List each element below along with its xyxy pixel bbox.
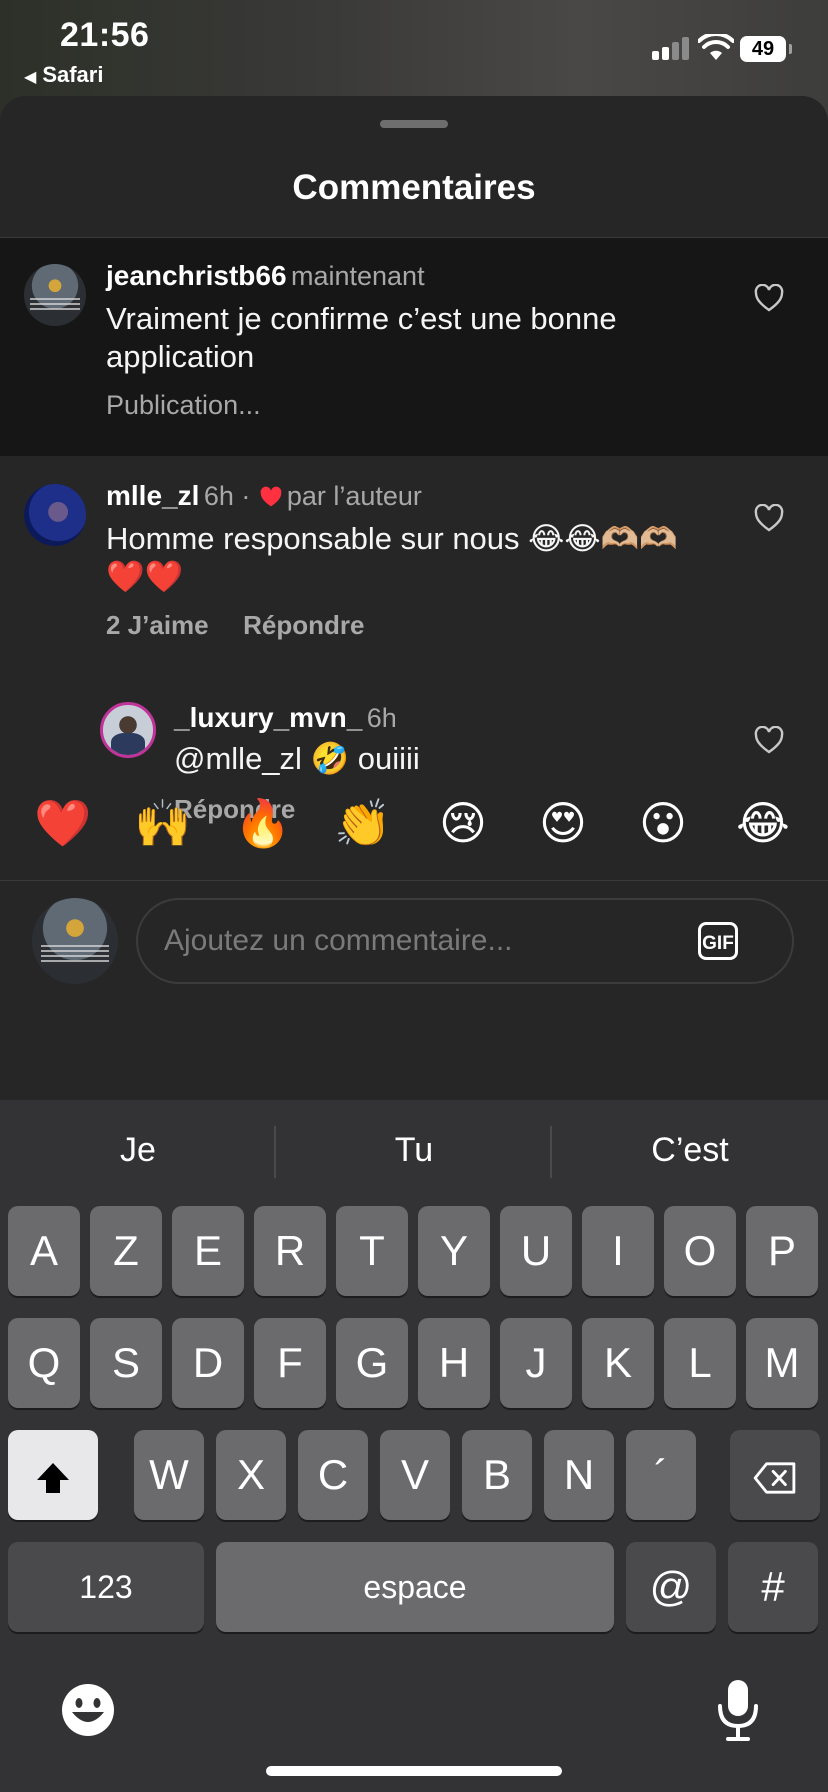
comment-text: @mlle_zl 🤣 ouiiii — [174, 741, 420, 776]
key-n[interactable]: N — [544, 1430, 614, 1520]
emoji-keyboard-icon[interactable] — [60, 1682, 116, 1738]
status-time: 21:56 — [60, 16, 150, 54]
key-q[interactable]: Q — [8, 1318, 80, 1408]
sheet-title: Commentaires — [292, 168, 536, 207]
keyboard: Je Tu C’est A Z E R T Y U I O P Q S D F … — [0, 1100, 828, 1792]
key-i[interactable]: I — [582, 1206, 654, 1296]
avatar[interactable] — [24, 484, 86, 546]
numbers-key[interactable]: 123 — [8, 1542, 204, 1632]
comment-input-placeholder: Ajoutez un commentaire... — [164, 924, 513, 957]
key-j[interactable]: J — [500, 1318, 572, 1408]
reaction-raised-hands[interactable]: 🙌 — [132, 792, 194, 854]
key-v[interactable]: V — [380, 1430, 450, 1520]
key-x[interactable]: X — [216, 1430, 286, 1520]
comment-time: 6h · — [203, 481, 251, 511]
key-t[interactable]: T — [336, 1206, 408, 1296]
reaction-heart-eyes[interactable]: 😍 — [532, 792, 594, 854]
back-app-label: Safari — [42, 62, 104, 87]
key-u[interactable]: U — [500, 1206, 572, 1296]
like-heart-icon[interactable] — [754, 504, 784, 532]
back-to-safari[interactable]: ◀ Safari — [24, 62, 103, 88]
key-e[interactable]: E — [172, 1206, 244, 1296]
key-o[interactable]: O — [664, 1206, 736, 1296]
key-h[interactable]: H — [418, 1318, 490, 1408]
suggestion-1[interactable]: Je — [0, 1100, 276, 1200]
key-g[interactable]: G — [336, 1318, 408, 1408]
reaction-fire[interactable]: 🔥 — [232, 792, 294, 854]
reply-button[interactable]: Répondre — [243, 610, 364, 640]
author-liked-heart-icon — [260, 486, 282, 507]
suggestion-3[interactable]: C’est — [552, 1100, 828, 1200]
key-a[interactable]: A — [8, 1206, 80, 1296]
like-heart-icon[interactable] — [754, 726, 784, 754]
key-r[interactable]: R — [254, 1206, 326, 1296]
battery-indicator: 49 — [740, 36, 792, 62]
key-f[interactable]: F — [254, 1318, 326, 1408]
key-l[interactable]: L — [664, 1318, 736, 1408]
shift-arrow-icon — [37, 1462, 69, 1493]
sheet-grabber[interactable] — [380, 120, 448, 128]
key-k[interactable]: K — [582, 1318, 654, 1408]
my-avatar — [32, 898, 118, 984]
avatar[interactable] — [100, 702, 156, 758]
backspace-key[interactable] — [730, 1430, 820, 1520]
comment-text: Homme responsable sur nous 😂😂🫶🏼🫶🏼❤️❤️ — [106, 521, 678, 594]
key-p[interactable]: P — [746, 1206, 818, 1296]
hash-key[interactable]: # — [728, 1542, 818, 1632]
status-bar: 21:56 ◀ Safari 49 — [0, 0, 828, 96]
suggestion-2[interactable]: Tu — [276, 1100, 552, 1200]
likes-count[interactable]: 2 J’aime — [106, 610, 209, 640]
reaction-laughing[interactable]: 😂 — [732, 792, 794, 854]
at-key[interactable]: @ — [626, 1542, 716, 1632]
comment-time: 6h — [366, 703, 397, 733]
comment-username[interactable]: jeanchristb66 — [106, 260, 287, 291]
key-accent[interactable]: ´ — [626, 1430, 696, 1520]
back-triangle-icon: ◀ — [24, 69, 37, 86]
space-key[interactable]: espace — [216, 1542, 614, 1632]
liked-by-author-label: par l’auteur — [286, 481, 422, 511]
home-indicator[interactable] — [266, 1766, 562, 1776]
like-heart-icon[interactable] — [754, 284, 784, 312]
comment-username[interactable]: _luxury_mvn_ — [174, 702, 362, 733]
avatar[interactable] — [24, 264, 86, 326]
wifi-icon — [698, 34, 734, 60]
comment-time: maintenant — [290, 261, 425, 291]
posting-status: Publication... — [106, 390, 261, 420]
key-d[interactable]: D — [172, 1318, 244, 1408]
reaction-surprised[interactable]: 😮 — [632, 792, 694, 854]
reactions-divider — [0, 880, 828, 881]
key-m[interactable]: M — [746, 1318, 818, 1408]
microphone-icon[interactable] — [716, 1678, 760, 1742]
comment-input[interactable]: Ajoutez un commentaire... GIF — [136, 898, 794, 984]
reaction-heart[interactable]: ❤️ — [32, 792, 94, 854]
quick-reactions-bar: ❤️ 🙌 🔥 👏 😢 😍 😮 😂 — [0, 782, 828, 872]
key-c[interactable]: C — [298, 1430, 368, 1520]
shift-key[interactable] — [8, 1430, 98, 1520]
comment-text: Vraiment je confirme c’est une bonne app… — [106, 301, 617, 374]
backspace-icon — [753, 1462, 796, 1494]
reaction-crying[interactable]: 😢 — [432, 792, 494, 854]
key-b[interactable]: B — [462, 1430, 532, 1520]
gif-button[interactable]: GIF — [698, 922, 738, 960]
key-y[interactable]: Y — [418, 1206, 490, 1296]
key-w[interactable]: W — [134, 1430, 204, 1520]
cellular-signal-icon — [652, 36, 692, 60]
key-z[interactable]: Z — [90, 1206, 162, 1296]
key-s[interactable]: S — [90, 1318, 162, 1408]
comment-username[interactable]: mlle_zl — [106, 480, 199, 511]
reaction-clap[interactable]: 👏 — [332, 792, 394, 854]
